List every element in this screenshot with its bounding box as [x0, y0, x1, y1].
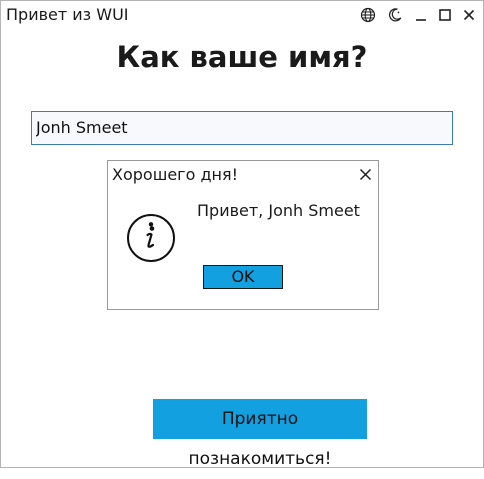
dialog-close-icon[interactable]: [357, 165, 373, 183]
minimize-icon[interactable]: [412, 6, 430, 24]
dialog-message: Привет, Jonh Smeet: [197, 201, 360, 220]
theme-icon[interactable]: [386, 6, 404, 24]
ok-button[interactable]: OK: [203, 265, 283, 289]
message-dialog: Хорошего дня! Привет, Jonh Smeet OK: [107, 160, 379, 310]
greet-button[interactable]: Приятно познакомиться!: [153, 399, 367, 469]
name-input[interactable]: [31, 111, 453, 145]
page-title: Как ваше имя?: [116, 40, 368, 74]
title-bar: Привет из WUI: [1, 1, 483, 29]
maximize-icon[interactable]: [436, 6, 454, 24]
globe-icon[interactable]: [359, 6, 377, 24]
window-title: Привет из WUI: [6, 5, 129, 24]
close-icon[interactable]: [460, 6, 478, 24]
info-icon: [126, 213, 176, 263]
app-window: Привет из WUI Как ваше имя? Jonh Smeet Х…: [0, 0, 484, 469]
dialog-title: Хорошего дня!: [112, 165, 239, 184]
